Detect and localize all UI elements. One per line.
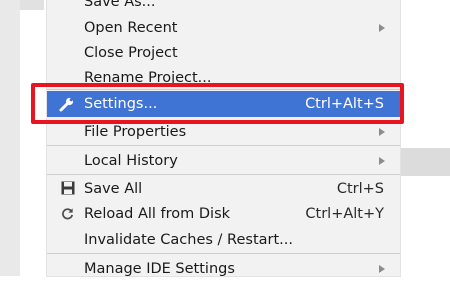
menu-item-shortcut: Ctrl+Alt+S: [305, 96, 384, 112]
menu-item-file-properties[interactable]: File Properties: [47, 119, 400, 145]
submenu-arrow-icon: [379, 24, 385, 32]
menu-item-label: Settings...: [84, 96, 158, 112]
menu-item-close-project[interactable]: Close Project: [47, 40, 400, 66]
menu-item-label: Reload All from Disk: [84, 206, 231, 222]
menu-separator: [47, 253, 400, 254]
menu-item-label: File Properties: [84, 124, 187, 140]
wrench-icon: [59, 97, 74, 112]
background-panel-top: [20, 0, 44, 10]
menu-item-manage-ide-settings[interactable]: Manage IDE Settings: [47, 256, 400, 282]
menu-item-rename-project[interactable]: Rename Project...: [47, 65, 400, 91]
menu-item-shortcut: Ctrl+Alt+Y: [305, 206, 384, 222]
menu-separator: [47, 89, 400, 90]
menu-item-reload-all[interactable]: Reload All from Disk Ctrl+Alt+Y: [47, 201, 400, 227]
submenu-arrow-icon: [379, 265, 385, 273]
menu-item-local-history[interactable]: Local History: [47, 148, 400, 174]
menu-item-settings[interactable]: Settings... Ctrl+Alt+S: [47, 91, 400, 117]
menu-item-label: Open Recent: [84, 20, 178, 36]
reload-icon: [62, 208, 74, 220]
menu-item-open-recent[interactable]: Open Recent: [47, 15, 400, 41]
menu-item-save-all[interactable]: Save All Ctrl+S: [47, 176, 400, 202]
menu-item-label: Manage IDE Settings: [84, 261, 235, 277]
menu-separator: [47, 174, 400, 175]
submenu-arrow-icon: [379, 128, 385, 136]
menu-item-label: Save As...: [84, 0, 156, 10]
background-panel-right: [400, 148, 450, 176]
menu-item-shortcut: Ctrl+S: [336, 181, 384, 197]
menu-item-save-as[interactable]: Save As...: [47, 0, 400, 15]
floppy-disk-icon: [61, 181, 75, 195]
menu-item-invalidate-caches[interactable]: Invalidate Caches / Restart...: [47, 227, 400, 253]
menu-item-label: Save All: [84, 181, 143, 197]
submenu-arrow-icon: [379, 157, 385, 165]
menu-item-label: Invalidate Caches / Restart...: [84, 232, 293, 248]
file-menu-dropdown: Save As... Open Recent Close Project Ren…: [47, 0, 400, 277]
menu-item-label: Rename Project...: [84, 70, 212, 86]
background-panel-left: [0, 0, 20, 276]
menu-separator: [47, 145, 400, 146]
menu-item-label: Close Project: [84, 45, 178, 61]
menu-item-label: Local History: [84, 153, 178, 169]
